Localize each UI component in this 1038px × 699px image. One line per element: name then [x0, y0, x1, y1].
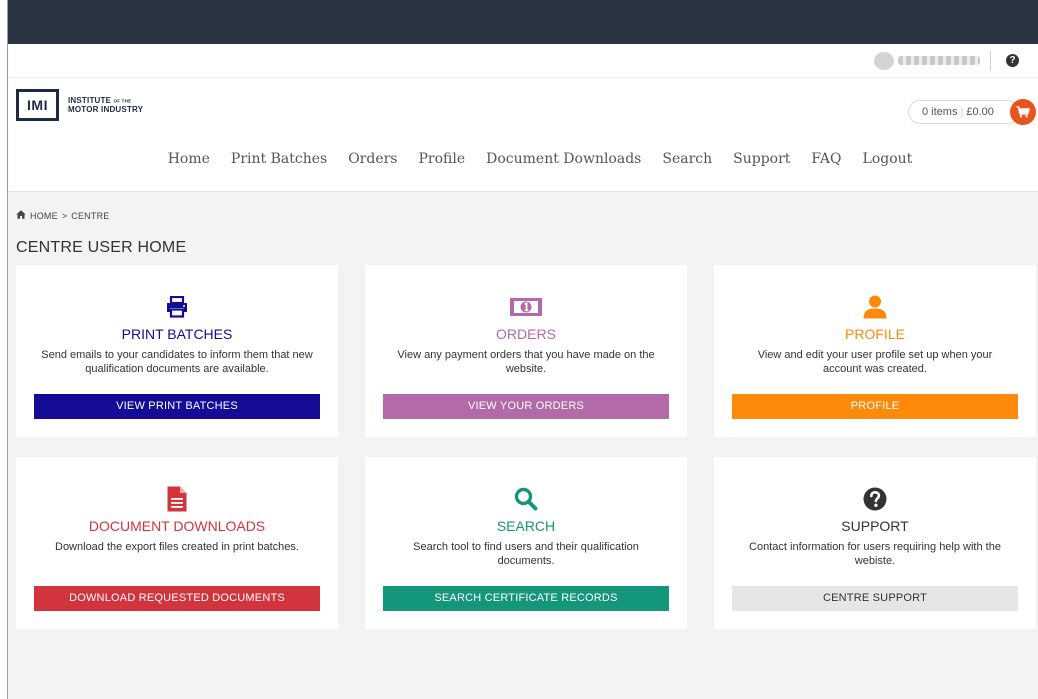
money-icon: [365, 295, 687, 319]
top-bar: [8, 0, 1038, 44]
download-requested-documents-button[interactable]: DOWNLOAD REQUESTED DOCUMENTS: [34, 586, 320, 611]
card-support: SUPPORT Contact information for users re…: [714, 457, 1036, 629]
window-frame-left: [0, 0, 8, 699]
card-title: SEARCH: [496, 518, 556, 534]
user-icon: [714, 295, 1036, 319]
cart-summary[interactable]: 0 items | £0.00: [908, 100, 1020, 124]
nav-faq[interactable]: FAQ: [801, 148, 852, 170]
card-description: Send emails to your candidates to inform…: [41, 349, 313, 375]
breadcrumb-separator: >: [61, 210, 68, 221]
card-search: SEARCH Search tool to find users and the…: [365, 457, 687, 629]
home-icon[interactable]: [16, 210, 26, 221]
nav-document-downloads[interactable]: Document Downloads: [476, 148, 652, 170]
card-description: View any payment orders that you have ma…: [397, 349, 655, 375]
card-description: Contact information for users requiring …: [749, 541, 1001, 567]
card-description: View and edit your user profile set up w…: [757, 349, 993, 375]
card-title: DOCUMENT DOWNLOADS: [88, 518, 266, 534]
profile-button[interactable]: PROFILE: [732, 394, 1018, 419]
cart-items: 0 items: [922, 106, 958, 118]
cart[interactable]: 0 items | £0.00: [908, 99, 1038, 125]
site-header: ? IMI INSTITUTE OF THE MOTOR INDUSTRY 0 …: [8, 44, 1038, 192]
card-title: PROFILE: [845, 326, 905, 342]
logo-mark: IMI: [16, 89, 59, 121]
card-document-downloads: DOCUMENT DOWNLOADS Download the export f…: [16, 457, 338, 629]
cart-icon[interactable]: [1010, 99, 1036, 125]
centre-support-button[interactable]: CENTRE SUPPORT: [732, 586, 1018, 611]
logo-line2: MOTOR INDUSTRY: [68, 105, 144, 115]
main-content: HOME > CENTRE CENTRE USER HOME PRINT BAT…: [8, 192, 1038, 699]
user-name-redacted[interactable]: [898, 56, 980, 65]
breadcrumb-current: CENTRE: [71, 210, 110, 221]
card-orders: ORDERS View any payment orders that you …: [365, 265, 687, 437]
breadcrumb: HOME > CENTRE: [16, 210, 109, 221]
cart-total: £0.00: [966, 106, 994, 118]
nav-search[interactable]: Search: [652, 148, 723, 170]
document-icon: [16, 486, 338, 512]
user-bar-divider: [990, 51, 991, 71]
nav-profile[interactable]: Profile: [408, 148, 476, 170]
card-title: SUPPORT: [841, 518, 909, 534]
cart-separator: |: [960, 106, 964, 118]
help-icon: [714, 487, 1036, 511]
card-title: ORDERS: [496, 326, 556, 342]
card-print-batches: PRINT BATCHES Send emails to your candid…: [16, 265, 338, 437]
search-certificate-records-button[interactable]: SEARCH CERTIFICATE RECORDS: [383, 586, 669, 611]
user-bar: ?: [8, 44, 1038, 78]
page-title: CENTRE USER HOME: [16, 239, 187, 256]
logo-text: INSTITUTE OF THE MOTOR INDUSTRY: [68, 96, 143, 114]
view-print-batches-button[interactable]: VIEW PRINT BATCHES: [34, 394, 320, 419]
nav-print-batches[interactable]: Print Batches: [220, 148, 337, 170]
nav-orders[interactable]: Orders: [338, 148, 408, 170]
imi-logo[interactable]: IMI INSTITUTE OF THE MOTOR INDUSTRY: [16, 89, 143, 121]
printer-icon: [16, 295, 338, 319]
card-description: Download the export files created in pri…: [55, 541, 299, 553]
nav-support[interactable]: Support: [723, 148, 801, 170]
card-profile: PROFILE View and edit your user profile …: [714, 265, 1036, 437]
nav-logout[interactable]: Logout: [852, 148, 923, 170]
avatar[interactable]: [874, 52, 894, 70]
breadcrumb-home[interactable]: HOME: [30, 211, 58, 221]
main-nav: Home Print Batches Orders Profile Docume…: [8, 148, 1038, 170]
card-title: PRINT BATCHES: [121, 326, 233, 342]
search-icon: [365, 487, 687, 511]
logo-line1-small: OF THE: [113, 98, 132, 104]
view-your-orders-button[interactable]: VIEW YOUR ORDERS: [383, 394, 669, 419]
card-description: Search tool to find users and their qual…: [413, 541, 639, 567]
logo-line1: INSTITUTE: [68, 95, 112, 105]
help-icon[interactable]: ?: [1006, 54, 1019, 67]
nav-home[interactable]: Home: [157, 148, 220, 170]
